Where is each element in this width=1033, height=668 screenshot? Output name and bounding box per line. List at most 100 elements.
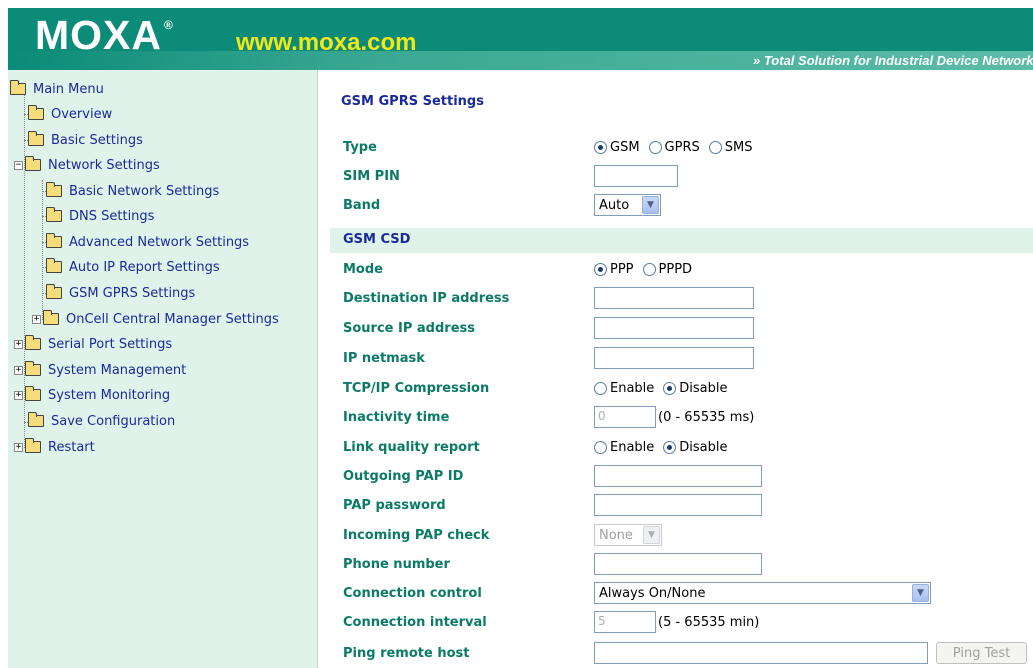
mode-option-pppd[interactable]: PPPD xyxy=(642,262,692,277)
ip-netmask-label: IP netmask xyxy=(343,351,425,366)
phone-number-input[interactable] xyxy=(594,553,762,575)
radio-icon[interactable] xyxy=(594,441,607,454)
connection-interval-input[interactable]: 5 xyxy=(594,611,656,633)
sidebar-item-basic-settings[interactable]: Basic Settings xyxy=(28,130,143,150)
folder-icon xyxy=(43,310,59,325)
sidebar-item-advanced-network-settings[interactable]: Advanced Network Settings xyxy=(46,232,249,252)
sidebar-item-gsm-gprs-settings[interactable]: GSM GPRS Settings xyxy=(46,283,195,303)
connection-interval-label: Connection interval xyxy=(343,615,487,630)
pap-check-label: Incoming PAP check xyxy=(343,528,490,543)
connection-control-label: Connection control xyxy=(343,586,482,601)
destination-ip-input[interactable] xyxy=(594,287,754,309)
source-ip-input[interactable] xyxy=(594,317,754,339)
radio-icon[interactable] xyxy=(642,263,656,276)
type-option-sms[interactable]: SMS xyxy=(708,140,752,155)
radio-checked-icon[interactable] xyxy=(594,263,607,276)
chevron-down-icon[interactable]: ▼ xyxy=(643,526,660,544)
radio-icon[interactable] xyxy=(708,141,722,154)
sim-pin-input[interactable] xyxy=(594,165,678,187)
folder-icon xyxy=(25,438,41,453)
link-quality-disable[interactable]: Disable xyxy=(663,440,728,455)
collapse-icon[interactable]: − xyxy=(14,160,23,170)
folder-icon xyxy=(46,233,62,248)
sidebar-menu: Main Menu Overview Basic Settings − Netwo… xyxy=(8,70,318,668)
pap-password-label: PAP password xyxy=(343,498,446,513)
pap-check-select[interactable]: None ▼ xyxy=(594,524,662,546)
tcp-compression-radio-group: Enable Disable xyxy=(594,381,737,396)
section-header-gsm-csd: GSM CSD xyxy=(330,228,1033,253)
folder-icon xyxy=(46,182,62,197)
inactivity-time-hint: (0 - 65535 ms) xyxy=(658,410,755,425)
expand-icon[interactable]: + xyxy=(14,339,23,349)
inactivity-time-input[interactable]: 0 xyxy=(594,406,656,428)
open-folder-icon xyxy=(25,156,41,171)
radio-checked-icon[interactable] xyxy=(663,382,677,395)
sidebar-item-oncell-central-manager-settings[interactable]: + OnCell Central Manager Settings xyxy=(32,309,279,329)
connection-interval-hint: (5 - 65535 min) xyxy=(658,615,760,630)
type-option-gsm[interactable]: GSM xyxy=(594,140,640,155)
pap-password-input[interactable] xyxy=(594,494,762,516)
destination-ip-label: Destination IP address xyxy=(343,291,510,306)
folder-icon xyxy=(46,284,62,299)
tcp-compression-enable[interactable]: Enable xyxy=(594,381,654,396)
type-radio-group: GSM GPRS SMS xyxy=(594,140,761,155)
sidebar-item-main-menu[interactable]: Main Menu xyxy=(10,79,104,99)
tree-line xyxy=(42,180,43,320)
tcp-compression-disable[interactable]: Disable xyxy=(663,381,728,396)
tcp-compression-label: TCP/IP Compression xyxy=(343,381,490,396)
band-label: Band xyxy=(343,198,381,213)
inactivity-time-label: Inactivity time xyxy=(343,410,450,425)
radio-icon[interactable] xyxy=(648,141,662,154)
ping-remote-host-input[interactable] xyxy=(594,642,928,664)
ip-netmask-input[interactable] xyxy=(594,347,754,369)
link-quality-radio-group: Enable Disable xyxy=(594,440,737,455)
folder-icon xyxy=(28,131,44,146)
sidebar-item-network-settings[interactable]: − Network Settings xyxy=(14,155,160,175)
pap-id-input[interactable] xyxy=(594,465,762,487)
main-content: GSM GPRS Settings Type GSM GPRS SMS SIM … xyxy=(330,70,1033,668)
ping-test-button[interactable]: Ping Test xyxy=(936,642,1027,664)
expand-icon[interactable]: + xyxy=(14,365,23,375)
sidebar-item-save-configuration[interactable]: Save Configuration xyxy=(28,411,175,431)
page-title: GSM GPRS Settings xyxy=(341,94,484,109)
mode-radio-group: PPP PPPD xyxy=(594,262,701,277)
sidebar-item-serial-port-settings[interactable]: + Serial Port Settings xyxy=(14,334,172,354)
link-quality-enable[interactable]: Enable xyxy=(594,440,654,455)
expand-icon[interactable]: + xyxy=(32,314,41,324)
folder-icon xyxy=(25,386,41,401)
band-select[interactable]: Auto ▼ xyxy=(594,194,661,216)
folder-icon xyxy=(46,207,62,222)
chevron-down-icon[interactable]: ▼ xyxy=(912,584,929,602)
chevron-down-icon[interactable]: ▼ xyxy=(642,196,659,214)
radio-icon[interactable] xyxy=(594,382,607,395)
sidebar-item-overview[interactable]: Overview xyxy=(28,104,112,124)
link-quality-label: Link quality report xyxy=(343,440,480,455)
expand-icon[interactable]: + xyxy=(14,390,23,400)
folder-icon xyxy=(25,361,41,376)
sidebar-item-system-monitoring[interactable]: + System Monitoring xyxy=(14,385,170,405)
type-label: Type xyxy=(343,140,377,155)
folder-icon xyxy=(28,412,44,427)
sidebar-item-auto-ip-report-settings[interactable]: Auto IP Report Settings xyxy=(46,257,220,277)
sim-pin-label: SIM PIN xyxy=(343,169,400,184)
mode-label: Mode xyxy=(343,262,383,277)
mode-option-ppp[interactable]: PPP xyxy=(594,262,634,277)
open-folder-icon xyxy=(10,80,26,95)
header-tagline: » Total Solution for Industrial Device N… xyxy=(753,53,1033,68)
sidebar-item-restart[interactable]: + Restart xyxy=(14,437,95,457)
pap-id-label: Outgoing PAP ID xyxy=(343,469,464,484)
sidebar-item-dns-settings[interactable]: DNS Settings xyxy=(46,206,154,226)
folder-icon xyxy=(46,258,62,273)
expand-icon[interactable]: + xyxy=(14,442,23,452)
radio-checked-icon[interactable] xyxy=(594,141,607,154)
sidebar-item-system-management[interactable]: + System Management xyxy=(14,360,186,380)
connection-control-select[interactable]: Always On/None ▼ xyxy=(594,582,931,604)
phone-number-label: Phone number xyxy=(343,557,450,572)
type-option-gprs[interactable]: GPRS xyxy=(648,140,700,155)
folder-icon xyxy=(28,105,44,120)
folder-icon xyxy=(25,335,41,350)
ping-remote-host-label: Ping remote host xyxy=(343,646,470,661)
radio-checked-icon[interactable] xyxy=(663,441,677,454)
sidebar-item-basic-network-settings[interactable]: Basic Network Settings xyxy=(46,181,219,201)
header-banner: MOXA ® www.moxa.com » Total Solution for … xyxy=(8,8,1033,70)
